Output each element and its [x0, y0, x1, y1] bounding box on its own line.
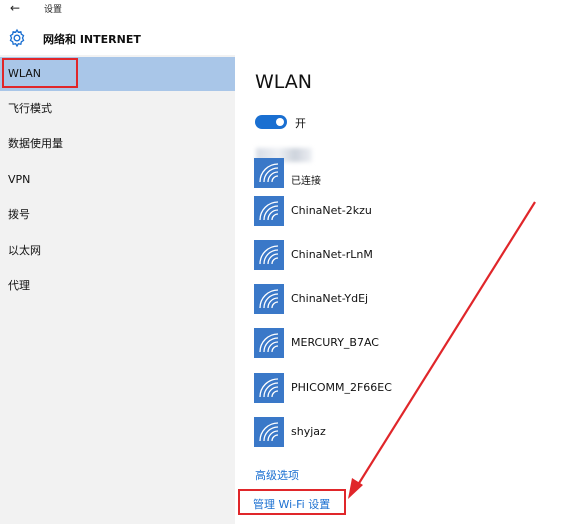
sidebar-item-label: 以太网 — [8, 244, 41, 257]
wifi-signal-icon — [254, 158, 284, 188]
sidebar-item-dialup[interactable]: 拨号 — [0, 198, 235, 232]
wifi-signal-icon — [254, 284, 284, 314]
network-item[interactable]: ChinaNet-YdEj — [254, 284, 554, 318]
title-bar: ← 设置 — [0, 0, 574, 18]
main-panel: WLAN 开 已连接 ChinaNet-2kzu ChinaNet-rLnM C… — [236, 55, 574, 524]
sidebar-item-airplane-mode[interactable]: 飞行模式 — [0, 92, 235, 126]
back-button[interactable]: ← — [10, 0, 20, 16]
sidebar-item-proxy[interactable]: 代理 — [0, 269, 235, 303]
toggle-knob — [276, 118, 284, 126]
network-item[interactable]: MERCURY_B7AC — [254, 328, 554, 362]
sidebar-item-label: 拨号 — [8, 208, 30, 221]
wifi-signal-icon — [254, 328, 284, 358]
sidebar-item-label: 飞行模式 — [8, 102, 52, 115]
network-item[interactable]: shyjaz — [254, 417, 554, 451]
gear-icon — [9, 28, 25, 48]
toggle-state-label: 开 — [295, 117, 306, 130]
advanced-options-link[interactable]: 高级选项 — [255, 467, 299, 483]
sidebar-item-data-usage[interactable]: 数据使用量 — [0, 127, 235, 161]
network-item[interactable]: ChinaNet-rLnM — [254, 240, 554, 274]
sidebar-item-label: 代理 — [8, 279, 30, 292]
sidebar-item-vpn[interactable]: VPN — [0, 163, 235, 197]
wifi-signal-icon — [254, 240, 284, 270]
wifi-toggle[interactable] — [255, 115, 287, 129]
page-header: 网络和 INTERNET — [0, 24, 574, 54]
highlight-box-wlan — [2, 58, 78, 88]
network-name: PHICOMM_2F66EC — [291, 381, 392, 394]
sidebar-item-ethernet[interactable]: 以太网 — [0, 234, 235, 268]
network-name: ChinaNet-2kzu — [291, 204, 372, 217]
network-status: 已连接 — [291, 176, 321, 187]
network-name: ChinaNet-rLnM — [291, 248, 373, 261]
sidebar-item-label: VPN — [8, 173, 31, 186]
network-name: ChinaNet-YdEj — [291, 292, 369, 305]
network-item[interactable]: ChinaNet-2kzu — [254, 196, 554, 230]
wifi-signal-icon — [254, 373, 284, 403]
app-title: 设置 — [44, 5, 63, 15]
sidebar: WLAN 飞行模式 数据使用量 VPN 拨号 以太网 代理 — [0, 55, 235, 524]
page-title: WLAN — [255, 71, 313, 93]
wifi-signal-icon — [254, 196, 284, 226]
section-title: 网络和 INTERNET — [43, 33, 141, 46]
sidebar-item-label: 数据使用量 — [8, 137, 63, 150]
network-name: MERCURY_B7AC — [291, 336, 379, 349]
manage-wifi-settings-link[interactable]: 管理 Wi-Fi 设置 — [253, 496, 330, 512]
network-item[interactable]: PHICOMM_2F66EC — [254, 373, 554, 407]
network-item-connected[interactable]: 已连接 — [254, 158, 554, 192]
network-name: shyjaz — [291, 425, 326, 438]
wifi-signal-icon — [254, 417, 284, 447]
